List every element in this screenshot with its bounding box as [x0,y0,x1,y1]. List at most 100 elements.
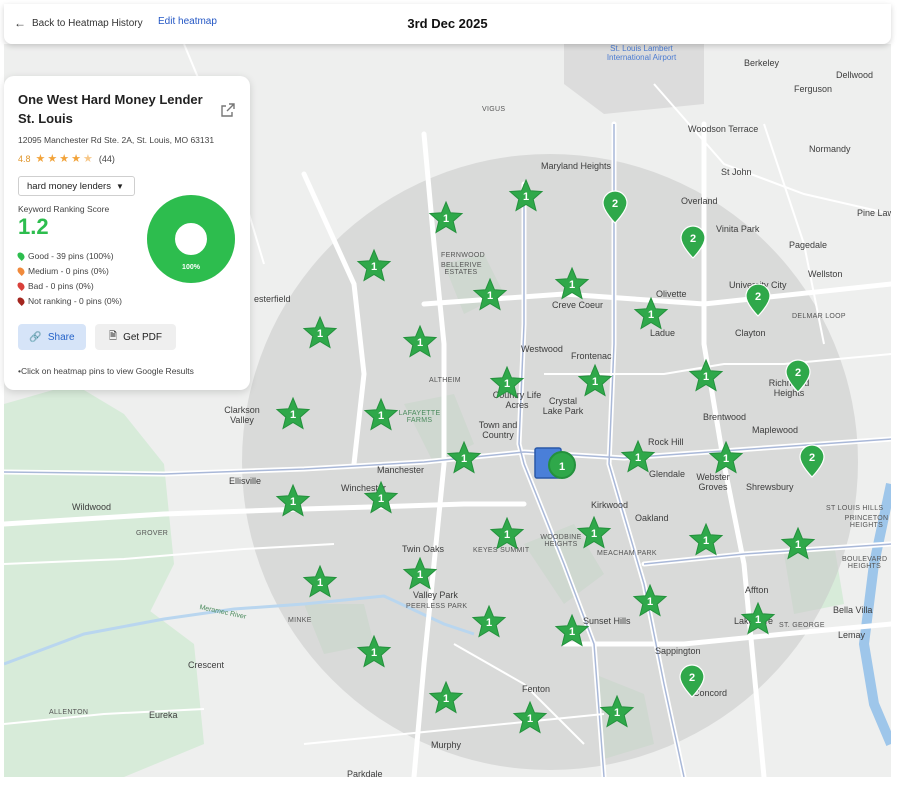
map-label: Ferguson [794,84,833,94]
pin-rank-label: 1 [486,290,494,302]
pin-icon [16,295,26,306]
map-label: Wildwood [72,502,112,512]
rank-drop-pin[interactable]: 2 [780,358,816,394]
rank-star-pin[interactable]: 1 [780,526,816,562]
rank-star-pin[interactable]: 1 [356,634,392,670]
star-icon: ★ [59,153,70,165]
map-label: Woodson Terrace [688,124,759,134]
rank-star-pin[interactable]: 1 [302,315,338,351]
rank-star-pin[interactable]: 1 [577,363,613,399]
pin-rank-label: 1 [526,713,534,725]
rank-star-pin[interactable]: 1 [688,522,724,558]
rank-star-pin[interactable]: 1 [428,200,464,236]
rank-drop-pin[interactable]: 2 [794,443,830,479]
rank-star-pin[interactable]: 1 [428,680,464,716]
legend-label: Bad - 0 pins (0%) [28,280,94,291]
rank-star-pin[interactable]: 1 [599,694,635,730]
map-label: MINKE [288,617,312,624]
rank-star-pin[interactable]: 1 [489,365,525,401]
rank-star-pin[interactable]: 1 [446,440,482,476]
pin-rank-label: 1 [590,528,598,540]
rank-drop-pin[interactable]: 2 [675,224,711,260]
rank-star-pin[interactable]: 1 [402,556,438,592]
pin-rank-label: 1 [442,213,450,225]
map-label: Pine Law [857,208,891,218]
map-label: ALTHEIM [429,377,461,384]
rank-star-pin[interactable]: 1 [688,358,724,394]
keyword-dropdown[interactable]: hard money lenders ▼ [18,176,135,196]
rank-star-pin[interactable]: 1 [363,397,399,433]
pin-rank-label: 1 [316,328,324,340]
rank-star-pin[interactable]: 1 [275,396,311,432]
rank-star-pin[interactable]: 1 [489,516,525,552]
link-icon: 🔗 [29,331,42,343]
pin-legend: Good - 39 pins (100%) Medium - 0 pins (0%… [16,248,122,308]
map-label: Murphy [431,740,462,750]
legend-row: Bad - 0 pins (0%) [16,278,122,293]
map-label: Parkdale [347,769,383,777]
map-label: LAFAYETTE FARMS [398,410,441,424]
rating-value: 4.8 [18,153,31,164]
share-label: Share [47,331,75,343]
rank-star-pin[interactable]: 1 [576,515,612,551]
pin-rank-label: 2 [611,198,619,210]
rank-star-pin[interactable]: 1 [356,248,392,284]
rank-star-pin[interactable]: 1 [512,700,548,736]
map-label: Manchester [377,465,425,475]
map-label: St John [721,167,752,177]
map-label: Lemay [838,630,866,640]
pin-icon [16,280,26,291]
map-label: Clarkson Valley [224,405,260,425]
rank-star-pin[interactable]: 1 [472,277,508,313]
hint-text: •Click on heatmap pins to view Google Re… [18,366,194,376]
pin-rank-label: 1 [289,496,297,508]
map-label: Affton [745,585,769,595]
rank-star-pin[interactable]: 1 [740,601,776,637]
map-label: BELLERIVE ESTATES [441,262,482,276]
legend-row: Not ranking - 0 pins (0%) [16,293,122,308]
page-title: 3rd Dec 2025 [407,16,488,31]
share-button[interactable]: 🔗 Share [18,324,86,350]
rank-star-pin[interactable]: 1 [633,296,669,332]
rank-drop-pin[interactable]: 2 [740,282,776,318]
external-link-icon[interactable] [220,102,236,118]
business-address: 12095 Manchester Rd Ste. 2A, St. Louis, … [18,135,215,145]
pin-rank-label: 1 [568,626,576,638]
map-label: Vinita Park [716,224,760,234]
rank-star-pin[interactable]: 1 [363,480,399,516]
rank-star-pin[interactable]: 1 [554,266,590,302]
pin-rank-label: 1 [485,617,493,629]
rank-star-pin[interactable]: 1 [302,564,338,600]
rank-star-pin[interactable]: 1 [471,604,507,640]
rank-drop-pin[interactable]: 2 [597,189,633,225]
map-label: Bella Villa [833,605,873,615]
pin-rank-label: 1 [722,453,730,465]
map-label: Westwood [521,344,563,354]
rank-star-pin[interactable]: 1 [554,613,590,649]
get-pdf-button[interactable]: 🗎 Get PDF [95,324,176,350]
rank-star-pin[interactable]: 1 [620,439,656,475]
rank-star-pin[interactable]: 1 [508,178,544,214]
pin-rank-label: 1 [460,453,468,465]
map-label: PRINCETON HEIGHTS [844,515,889,529]
map-label: Normandy [809,144,851,154]
map-label: GROVER [136,530,169,537]
map-label: Shrewsbury [746,482,794,492]
map-label: Sappington [655,646,701,656]
pin-rank-label: 1 [634,452,642,464]
rank-star-pin[interactable]: 1 [402,324,438,360]
rank-star-pin[interactable]: 1 [708,440,744,476]
map-label: Overland [681,196,718,206]
star-icon: ★ [35,153,46,165]
map-label: Fenton [522,684,551,694]
pin-rank-label: 2 [754,291,762,303]
rank-drop-pin[interactable]: 2 [674,663,710,699]
pin-rank-label: 1 [370,261,378,273]
map-label: ST. GEORGE [779,622,825,629]
rank-star-pin[interactable]: 1 [275,483,311,519]
rank-star-pin[interactable]: 1 [632,583,668,619]
map-label: Frontenac [571,351,612,361]
map-label: Clayton [735,328,766,338]
business-rank-pin[interactable]: 1 [548,451,576,479]
pin-rank-label: 1 [591,376,599,388]
